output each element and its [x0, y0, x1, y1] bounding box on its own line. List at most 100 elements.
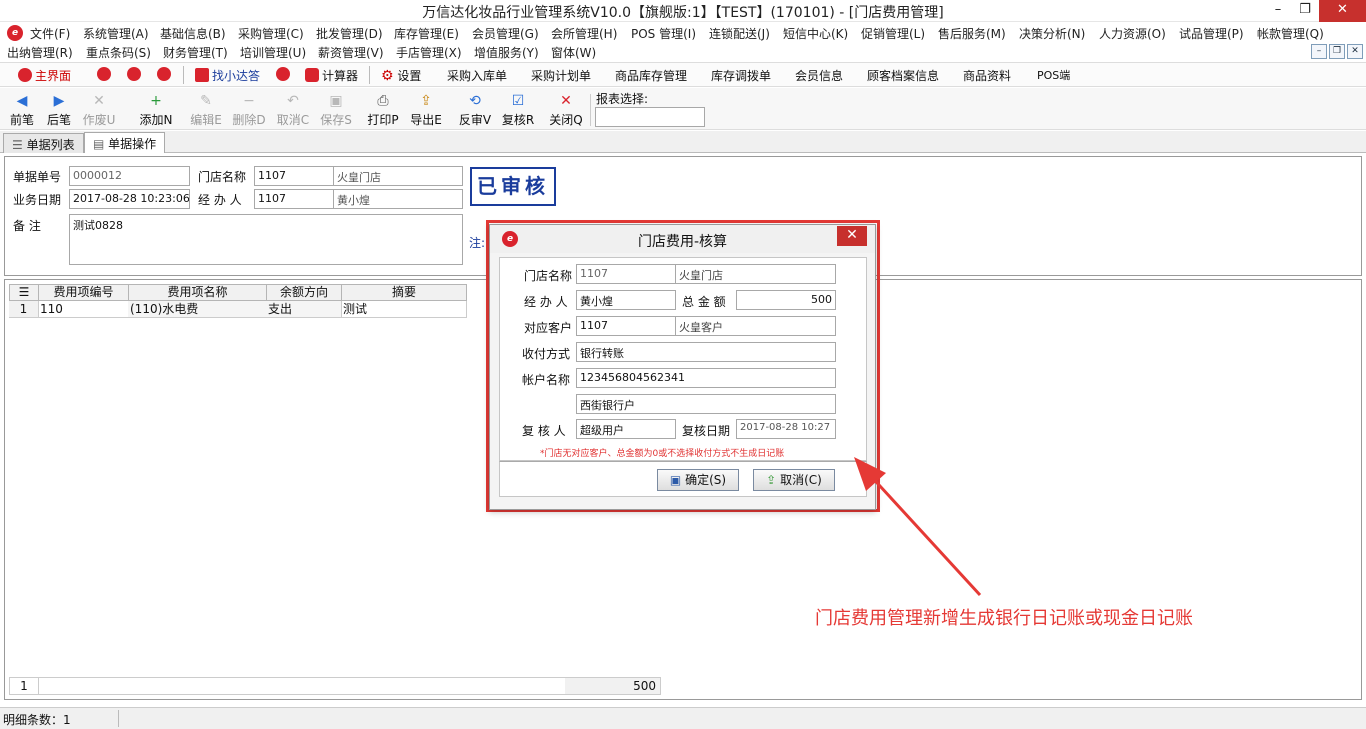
dlg-review-date-label: 复核日期 [682, 424, 731, 438]
close-button[interactable]: ✕ [1319, 0, 1366, 22]
column-header-direction[interactable]: 余额方向 [266, 284, 342, 301]
dlg-handler-name[interactable]: 黄小煌 [576, 290, 676, 310]
cancel-edit-button[interactable]: ↶ 取消C [273, 91, 313, 129]
dlg-total-field[interactable]: 500 [736, 290, 836, 310]
dlg-account-name[interactable]: 西街银行户 [576, 394, 836, 414]
printer-icon: ⎙ [377, 93, 389, 109]
delete-button[interactable]: − 删除D [229, 91, 269, 129]
dialog-ok-button[interactable]: ▣ 确定(S) [657, 469, 739, 491]
bulb-icon-button[interactable] [157, 67, 174, 82]
minimize-button[interactable]: – [1263, 0, 1293, 22]
prev-button[interactable]: ◀ 前笔 [2, 91, 42, 129]
print-button[interactable]: ⎙ 打印P [363, 91, 403, 129]
menu-item[interactable]: 促销管理(L) [861, 25, 925, 42]
doc-no-field[interactable]: 0000012 [69, 166, 190, 186]
menu-item[interactable]: 库存管理(E) [394, 25, 459, 42]
menu-item[interactable]: 财务管理(T) [163, 44, 228, 61]
quick-settings[interactable]: ⚙ 设置 [381, 67, 421, 84]
dlg-store-name[interactable]: 火皇门店 [675, 264, 836, 284]
dlg-payment-field[interactable]: 银行转账 [576, 342, 836, 362]
grid-corner[interactable]: ☰ [9, 284, 39, 301]
menu-item[interactable]: POS 管理(I) [631, 25, 696, 42]
annotation-arrow-icon [854, 457, 982, 597]
mdi-close-button[interactable]: ✕ [1347, 44, 1363, 59]
quick-member[interactable]: 会员信息 [795, 67, 843, 84]
chat-icon-button[interactable] [127, 67, 144, 82]
menu-item[interactable]: 试品管理(P) [1179, 25, 1244, 42]
quick-calculator[interactable]: 计算器 [305, 67, 358, 84]
mdi-minimize-button[interactable]: – [1311, 44, 1327, 59]
quick-pos[interactable]: POS端 [1037, 67, 1070, 83]
quick-home[interactable]: 主界面 [18, 67, 71, 84]
add-button[interactable]: + 添加N [136, 91, 176, 129]
menu-item[interactable]: 连锁配送(J) [709, 25, 770, 42]
menu-item[interactable]: 薪资管理(V) [318, 44, 384, 61]
quick-ask[interactable]: 找小达答 [195, 67, 260, 84]
dialog-cancel-button[interactable]: ⇪ 取消(C) [753, 469, 835, 491]
report-select-input[interactable] [595, 107, 705, 127]
cell-name[interactable]: (110)水电费 [128, 301, 267, 318]
cell-direction[interactable]: 支出 [266, 301, 342, 318]
menu-item[interactable]: 培训管理(U) [240, 44, 306, 61]
next-button[interactable]: ▶ 后笔 [39, 91, 79, 129]
menu-item[interactable]: 手店管理(X) [396, 44, 462, 61]
handler-code-field[interactable]: 1107 [254, 189, 334, 209]
column-header-summary[interactable]: 摘要 [341, 284, 467, 301]
dlg-store-code[interactable]: 1107 [576, 264, 676, 284]
close-x-icon: ✕ [560, 93, 572, 109]
menu-item[interactable]: 会员管理(G) [472, 25, 539, 42]
detail-count: 明细条数：1 [3, 713, 71, 727]
edit-button[interactable]: ✎ 编辑E [186, 91, 226, 129]
column-header-code[interactable]: 费用项编号 [38, 284, 129, 301]
dlg-customer-name[interactable]: 火皇客户 [675, 316, 836, 336]
quick-purchase-in[interactable]: 采购入库单 [447, 67, 507, 84]
handler-name-field[interactable]: 黄小煌 [333, 189, 463, 209]
review-button[interactable]: ☑ 复核R [498, 91, 538, 129]
unaudit-button[interactable]: ⟲ 反审V [455, 91, 495, 129]
dlg-account-no[interactable]: 123456804562341 [576, 368, 836, 388]
export-button[interactable]: ⇪ 导出E [406, 91, 446, 129]
menu-item[interactable]: 会所管理(H) [551, 25, 617, 42]
menu-item[interactable]: 重点条码(S) [86, 44, 151, 61]
menu-item[interactable]: 售后服务(M) [938, 25, 1006, 42]
menu-item[interactable]: 决策分析(N) [1019, 25, 1085, 42]
tab-document-list[interactable]: ☰ 单据列表 [3, 133, 84, 153]
close-doc-button[interactable]: ✕ 关闭Q [546, 91, 586, 129]
store-name-field[interactable]: 火皇门店 [333, 166, 463, 186]
save-button[interactable]: ▣ 保存S [316, 91, 356, 129]
menu-item[interactable]: 窗体(W) [551, 44, 596, 61]
dlg-customer-code[interactable]: 1107 [576, 316, 676, 336]
menu-item[interactable]: 系统管理(A) [83, 25, 149, 42]
menu-item[interactable]: 批发管理(D) [316, 25, 383, 42]
cell-summary[interactable]: 测试 [341, 301, 467, 318]
void-button[interactable]: ✕ 作废U [79, 91, 119, 129]
menu-item[interactable]: 人力资源(O) [1099, 25, 1166, 42]
quick-transfer[interactable]: 库存调拨单 [711, 67, 771, 84]
date-field[interactable]: 2017-08-28 10:23:06 [69, 189, 190, 209]
menu-item[interactable]: 出纳管理(R) [7, 44, 73, 61]
quick-purchase-plan[interactable]: 采购计划单 [531, 67, 591, 84]
mdi-restore-button[interactable]: ❐ [1329, 44, 1345, 59]
quick-product[interactable]: 商品资料 [963, 67, 1011, 84]
tab-document-operation-label: 单据操作 [108, 137, 157, 151]
menu-item[interactable]: 帐款管理(Q) [1257, 25, 1324, 42]
remark-field[interactable]: 测试0828 [69, 214, 463, 265]
lock-icon-button[interactable] [97, 67, 114, 82]
dlg-reviewer-field[interactable]: 超级用户 [576, 419, 676, 439]
quick-customer[interactable]: 顾客档案信息 [867, 67, 939, 84]
column-header-name[interactable]: 费用项名称 [128, 284, 267, 301]
status-bar: 明细条数：1 [0, 707, 1366, 729]
dlg-review-date-field[interactable]: 2017-08-28 10:27 [736, 419, 836, 439]
menu-item[interactable]: 短信中心(K) [783, 25, 848, 42]
tab-document-operation[interactable]: ▤ 单据操作 [84, 132, 166, 153]
menu-item[interactable]: 基础信息(B) [160, 25, 226, 42]
quick-stock[interactable]: 商品库存管理 [615, 67, 687, 84]
menu-item[interactable]: 增值服务(Y) [474, 44, 539, 61]
dialog-close-button[interactable]: ✕ [837, 226, 867, 246]
menu-item[interactable]: 文件(F) [30, 25, 70, 42]
store-code-field[interactable]: 1107 [254, 166, 334, 186]
menu-item[interactable]: 采购管理(C) [238, 25, 304, 42]
cell-code[interactable]: 110 [38, 301, 129, 318]
home-icon-button[interactable] [276, 67, 293, 82]
restore-button[interactable]: ❐ [1290, 0, 1320, 22]
